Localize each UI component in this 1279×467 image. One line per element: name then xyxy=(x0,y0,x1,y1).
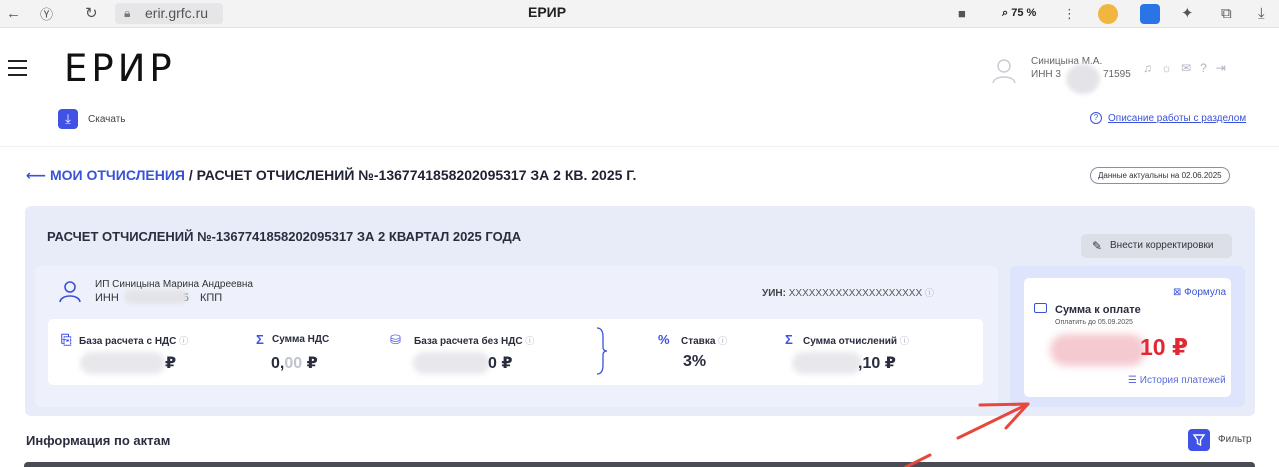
header-icons[interactable]: ♫☼✉?⇥ xyxy=(1143,61,1235,75)
help-icon[interactable]: ? xyxy=(1200,61,1216,75)
filter-funnel-icon xyxy=(1192,434,1206,447)
metric-label: Сумма НДС xyxy=(272,334,330,345)
bracket-divider xyxy=(596,327,608,375)
download-icon: ⤓ xyxy=(65,111,71,126)
metric-value: ₽ xyxy=(165,355,177,372)
url-text: erir.grfc.ru xyxy=(145,5,209,21)
sigma-icon: Σ xyxy=(785,332,793,347)
info-icon[interactable]: ⓘ xyxy=(925,288,934,298)
back-arrow-icon[interactable]: ← xyxy=(6,4,21,24)
acts-section-title: Информация по актам xyxy=(26,433,171,448)
formula-link[interactable]: ⊠ Формула xyxy=(1173,287,1226,298)
extension-bird-icon[interactable]: ✦ xyxy=(1181,4,1194,24)
breadcrumb-back-link[interactable]: ⟵ МОИ ОТЧИСЛЕНИЯ xyxy=(26,167,185,183)
redaction-blur xyxy=(1066,64,1100,94)
tab-title: ЕРИР xyxy=(528,4,567,20)
metric-label: Ставка ⓘ xyxy=(681,336,728,347)
extension-blue-icon[interactable] xyxy=(1140,4,1160,24)
sigma-icon: Σ xyxy=(256,332,264,347)
extension-puzzle-icon[interactable]: ⧉ xyxy=(1221,4,1232,24)
uin-field: УИН: XXXXXXXXXXXXXXXXXXXX ⓘ xyxy=(762,288,934,299)
filter-label[interactable]: Фильтр xyxy=(1218,434,1252,445)
credit-card-icon xyxy=(1034,303,1047,313)
bookmark-icon[interactable]: ■ xyxy=(958,4,966,24)
payment-amount: 10 ₽ xyxy=(1140,334,1188,360)
menu-dots-icon[interactable]: ⋮ xyxy=(1063,4,1076,24)
data-actual-badge: Данные актуальны на 02.06.2025 xyxy=(1090,167,1230,184)
reload-icon[interactable]: ↻ xyxy=(85,4,98,24)
metric-value: 3% xyxy=(683,353,707,370)
info-icon[interactable]: ⓘ xyxy=(525,336,534,346)
download-label[interactable]: Скачать xyxy=(88,114,126,125)
breadcrumb-current: / РАСЧЕТ ОТЧИСЛЕНИЙ №-136774185820209531… xyxy=(188,167,637,183)
metric-label: Сумма отчислений ⓘ xyxy=(803,336,909,347)
download-arrow-icon[interactable]: ⤓ xyxy=(1258,4,1265,24)
payment-due-date: Оплатить до 05.09.2025 xyxy=(1055,319,1133,326)
user-avatar-icon[interactable] xyxy=(990,56,1018,84)
table-header-bar xyxy=(24,462,1255,467)
metric-label: База расчета без НДС ⓘ xyxy=(414,336,535,347)
edit-corrections-button[interactable]: ✎ Внести корректировки xyxy=(1081,234,1232,258)
lock-icon: 🔒︎ xyxy=(124,6,131,20)
address-bar[interactable]: 🔒︎ erir.grfc.ru xyxy=(115,3,223,24)
redaction-blur xyxy=(80,352,165,374)
extension-icon[interactable] xyxy=(1098,4,1118,24)
database-icon: ⛁ xyxy=(390,332,401,347)
filter-button[interactable] xyxy=(1188,429,1210,451)
edit-pencil-icon: ✎ xyxy=(1092,239,1103,253)
list-icon: ☰ xyxy=(1128,375,1137,386)
formula-icon: ⊠ xyxy=(1173,287,1182,298)
metric-value: 0 ₽ xyxy=(488,355,513,372)
breadcrumb: ⟵ МОИ ОТЧИСЛЕНИЯ / РАСЧЕТ ОТЧИСЛЕНИЙ №-1… xyxy=(26,167,636,184)
payment-history-link[interactable]: ☰ История платежей xyxy=(1128,375,1226,386)
bulb-icon[interactable]: ☼ xyxy=(1161,61,1181,75)
calculation-title: РАСЧЕТ ОТЧИСЛЕНИЙ №-1367741858202095317 … xyxy=(47,229,522,244)
payer-name: ИП Синицына Марина Андреевна xyxy=(95,279,253,290)
hamburger-menu-icon[interactable] xyxy=(8,60,27,81)
zoom-level[interactable]: ⌕ 75 % xyxy=(996,4,1042,23)
info-icon[interactable]: ⓘ xyxy=(900,336,909,346)
person-icon xyxy=(59,281,81,303)
info-icon[interactable]: ⓘ xyxy=(179,336,188,346)
percent-icon: % xyxy=(658,332,670,347)
download-button[interactable]: ⤓ xyxy=(58,109,78,129)
redaction-blur xyxy=(413,352,490,374)
help-link[interactable]: Описание работы с разделом xyxy=(1108,113,1246,124)
yandex-icon[interactable]: Ⓨ xyxy=(40,5,53,25)
logout-icon[interactable]: ⇥ xyxy=(1216,61,1235,75)
bell-icon[interactable]: ♫ xyxy=(1143,61,1161,75)
redaction-blur xyxy=(124,290,188,304)
redaction-blur xyxy=(1050,334,1146,366)
mail-icon[interactable]: ✉ xyxy=(1181,61,1200,75)
browser-toolbar: ← Ⓨ ↻ 🔒︎ erir.grfc.ru ЕРИР ■ ⌕ 75 % ⋮ ✦ … xyxy=(0,0,1279,28)
document-icon: ⎘ xyxy=(61,332,72,347)
question-icon: ? xyxy=(1090,112,1102,124)
metric-label: База расчета с НДС ⓘ xyxy=(79,336,189,347)
redaction-blur xyxy=(792,352,862,374)
app-logo[interactable]: ЕРИР xyxy=(64,47,176,90)
payment-title: Сумма к оплате xyxy=(1055,304,1141,316)
info-icon[interactable]: ⓘ xyxy=(718,336,727,346)
divider xyxy=(0,146,1279,147)
metric-value: 0,00 ₽ xyxy=(271,355,318,372)
metric-value: ,10 ₽ xyxy=(858,355,896,372)
